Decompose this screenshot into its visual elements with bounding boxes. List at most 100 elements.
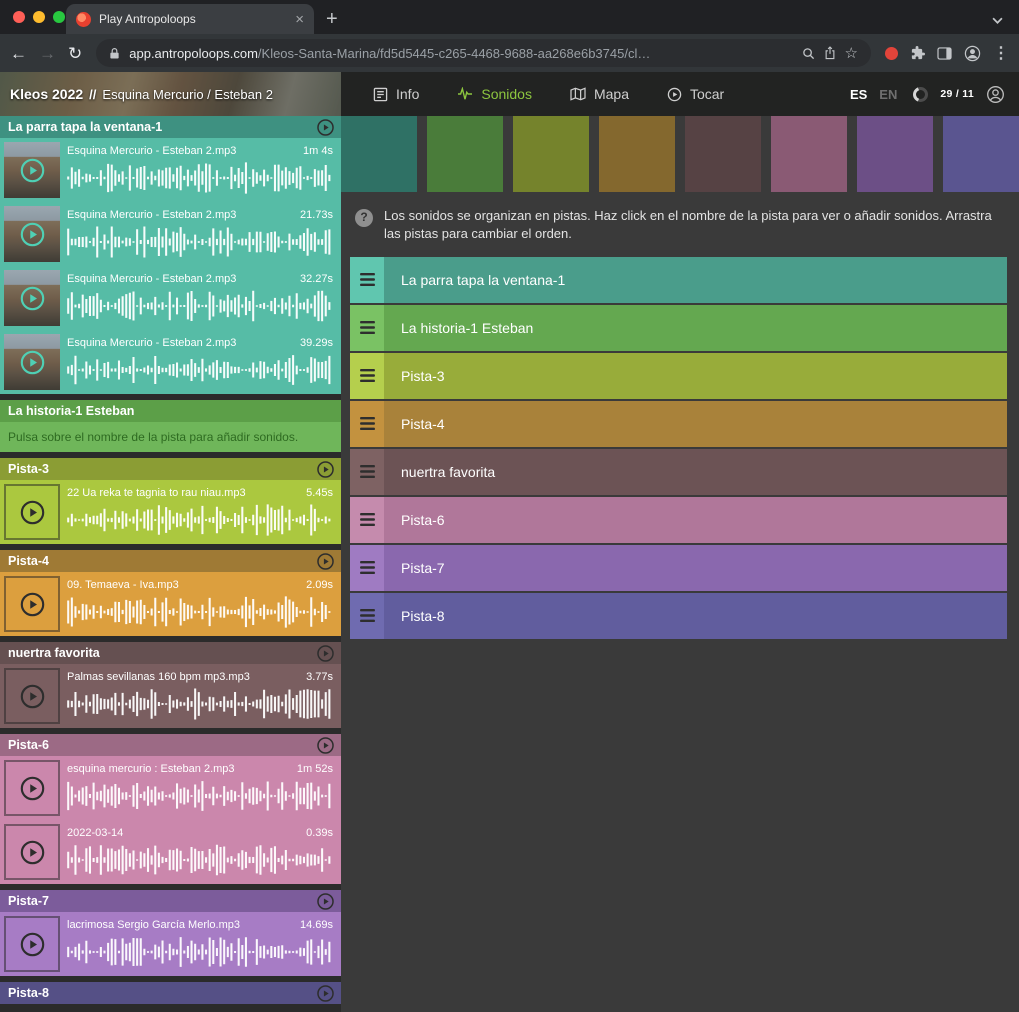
track-color-swatch[interactable] bbox=[857, 116, 933, 192]
extensions-puzzle-icon[interactable] bbox=[910, 46, 925, 61]
clip-name: Esquina Mercurio - Esteban 2.mp3 bbox=[67, 273, 236, 285]
sidebar-track-header[interactable]: La historia-1 Esteban bbox=[0, 400, 341, 422]
track-play-button[interactable] bbox=[316, 460, 335, 479]
sidebar-track-header[interactable]: Pista-4 bbox=[0, 550, 341, 572]
sidebar-track-header[interactable]: Pista-8 bbox=[0, 982, 341, 1004]
drag-handle[interactable] bbox=[350, 305, 384, 351]
sound-clip[interactable]: lacrimosa Sergio García Merlo.mp314.69s bbox=[0, 912, 341, 976]
track-row-name: Pista-3 bbox=[384, 353, 445, 399]
sidebar-track-header[interactable]: nuertra favorita bbox=[0, 642, 341, 664]
track-play-button[interactable] bbox=[316, 892, 335, 911]
bookmark-star-icon[interactable]: ☆ bbox=[845, 46, 858, 61]
sidebar-track-header[interactable]: La parra tapa la ventana-1 bbox=[0, 116, 341, 138]
back-button[interactable]: ← bbox=[10, 45, 27, 62]
new-tab-button[interactable]: + bbox=[326, 9, 338, 29]
drag-handle[interactable] bbox=[350, 593, 384, 639]
drag-handle[interactable] bbox=[350, 545, 384, 591]
track-color-swatch[interactable] bbox=[771, 116, 847, 192]
track-play-button[interactable] bbox=[316, 644, 335, 663]
sound-clip[interactable]: Esquina Mercurio - Esteban 2.mp31m 4s bbox=[0, 138, 341, 202]
clip-play-square[interactable] bbox=[4, 916, 60, 972]
tab-search-chevron-icon[interactable] bbox=[992, 17, 1003, 24]
track-play-button[interactable] bbox=[316, 736, 335, 755]
browser-profile-avatar[interactable] bbox=[964, 45, 981, 62]
track-name: Pista-3 bbox=[8, 462, 316, 476]
track-play-button[interactable] bbox=[316, 552, 335, 571]
clip-thumbnail[interactable] bbox=[4, 270, 60, 326]
tab-tocar[interactable]: Tocar bbox=[667, 86, 724, 102]
track-color-swatch[interactable] bbox=[427, 116, 503, 192]
sound-clip[interactable]: esquina mercurio : Esteban 2.mp31m 52s bbox=[0, 756, 341, 820]
tab-sonidos[interactable]: Sonidos bbox=[457, 86, 532, 102]
track-play-button[interactable] bbox=[316, 984, 335, 1003]
sidebar-track: Pista-8 bbox=[0, 982, 341, 1004]
sound-clip[interactable]: Esquina Mercurio - Esteban 2.mp332.27s bbox=[0, 266, 341, 330]
tab-mapa[interactable]: Mapa bbox=[570, 86, 629, 102]
address-bar[interactable]: app.antropoloops.com/Kleos-Santa-Marina/… bbox=[96, 39, 871, 67]
tab-title: Play Antropoloops bbox=[99, 12, 287, 26]
side-panel-icon[interactable] bbox=[937, 47, 952, 60]
browser-menu-icon[interactable]: ⋮ bbox=[993, 43, 1009, 63]
clip-thumbnail[interactable] bbox=[4, 334, 60, 390]
share-icon[interactable] bbox=[824, 46, 836, 60]
track-color-swatch[interactable] bbox=[599, 116, 675, 192]
sidebar-track-header[interactable]: Pista-6 bbox=[0, 734, 341, 756]
track-row[interactable]: Pista-3 bbox=[350, 353, 1007, 399]
project-title-banner[interactable]: Kleos 2022//Esquina Mercurio / Esteban 2 bbox=[0, 72, 341, 116]
track-row[interactable]: Pista-8 bbox=[350, 593, 1007, 639]
track-row[interactable]: La parra tapa la ventana-1 bbox=[350, 257, 1007, 303]
drag-handle[interactable] bbox=[350, 257, 384, 303]
track-row[interactable]: La historia-1 Esteban bbox=[350, 305, 1007, 351]
sound-clip[interactable]: 22 Ua reka te tagnia to rau niau.mp35.45… bbox=[0, 480, 341, 544]
clip-play-icon bbox=[19, 499, 46, 526]
tab-close-icon[interactable]: × bbox=[295, 12, 304, 27]
minimize-window-button[interactable] bbox=[33, 11, 45, 23]
browser-tab[interactable]: Play Antropoloops × bbox=[66, 4, 314, 34]
track-row-name: La historia-1 Esteban bbox=[384, 305, 533, 351]
sidebar-track-header[interactable]: Pista-7 bbox=[0, 890, 341, 912]
tab-sonidos-label: Sonidos bbox=[481, 86, 532, 102]
track-color-swatch[interactable] bbox=[513, 116, 589, 192]
sound-clip[interactable]: 09. Temaeva - Iva.mp32.09s bbox=[0, 572, 341, 636]
clip-meta: esquina mercurio : Esteban 2.mp31m 52s bbox=[67, 763, 333, 775]
close-window-button[interactable] bbox=[13, 11, 25, 23]
clip-name: 09. Temaeva - Iva.mp3 bbox=[67, 579, 179, 591]
clip-play-square[interactable] bbox=[4, 668, 60, 724]
drag-handle[interactable] bbox=[350, 353, 384, 399]
language-en-button[interactable]: EN bbox=[879, 87, 897, 102]
clip-play-square[interactable] bbox=[4, 760, 60, 816]
clip-thumbnail[interactable] bbox=[4, 142, 60, 198]
track-color-swatch[interactable] bbox=[943, 116, 1019, 192]
sidebar-track-header[interactable]: Pista-3 bbox=[0, 458, 341, 480]
sound-clip[interactable]: Esquina Mercurio - Esteban 2.mp321.73s bbox=[0, 202, 341, 266]
clip-play-square[interactable] bbox=[4, 576, 60, 632]
reload-button[interactable]: ↻ bbox=[68, 45, 82, 62]
track-color-swatch[interactable] bbox=[341, 116, 417, 192]
language-es-button[interactable]: ES bbox=[850, 87, 867, 102]
tab-info[interactable]: Info bbox=[373, 86, 419, 102]
recording-extension-icon[interactable] bbox=[885, 47, 898, 60]
track-row-name: nuertra favorita bbox=[384, 449, 495, 495]
track-row[interactable]: nuertra favorita bbox=[350, 449, 1007, 495]
zoom-icon[interactable] bbox=[802, 47, 815, 60]
clip-play-square[interactable] bbox=[4, 824, 60, 880]
drag-handle[interactable] bbox=[350, 449, 384, 495]
track-row[interactable]: Pista-4 bbox=[350, 401, 1007, 447]
clip-thumbnail[interactable] bbox=[4, 206, 60, 262]
track-play-button[interactable] bbox=[316, 118, 335, 137]
sound-clip[interactable]: 2022-03-140.39s bbox=[0, 820, 341, 884]
account-icon[interactable] bbox=[986, 85, 1005, 104]
drag-handle[interactable] bbox=[350, 401, 384, 447]
sound-clip[interactable]: Esquina Mercurio - Esteban 2.mp339.29s bbox=[0, 330, 341, 394]
track-row[interactable]: Pista-6 bbox=[350, 497, 1007, 543]
clip-play-square[interactable] bbox=[4, 484, 60, 540]
forward-button[interactable]: → bbox=[39, 45, 56, 62]
sound-clip[interactable]: Palmas sevillanas 160 bpm mp3.mp33.77s bbox=[0, 664, 341, 728]
zoom-window-button[interactable] bbox=[53, 11, 65, 23]
lock-icon[interactable] bbox=[109, 47, 120, 60]
url-text[interactable]: app.antropoloops.com/Kleos-Santa-Marina/… bbox=[129, 46, 792, 61]
track-row[interactable]: Pista-7 bbox=[350, 545, 1007, 591]
track-color-swatch[interactable] bbox=[685, 116, 761, 192]
drag-handle[interactable] bbox=[350, 497, 384, 543]
help-row: ? Los sonidos se organizan en pistas. Ha… bbox=[355, 207, 1003, 244]
